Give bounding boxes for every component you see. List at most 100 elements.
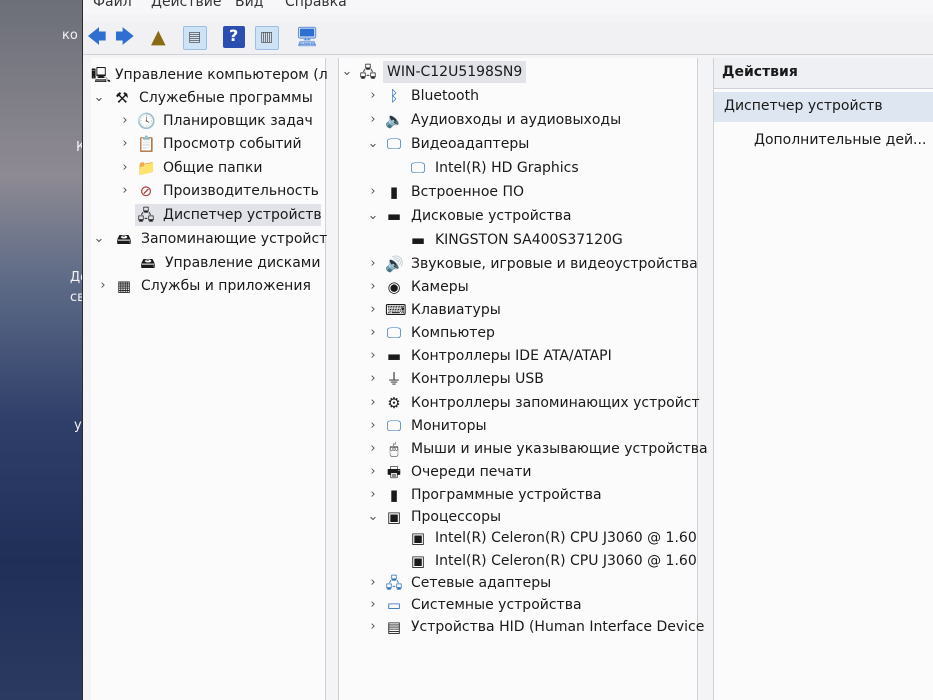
device-category-network-adapters[interactable]: › 🖧 Сетевые адаптеры <box>339 572 697 594</box>
expand-arrow-icon[interactable]: ⌄ <box>367 506 379 528</box>
collapse-arrow-icon[interactable]: › <box>367 85 379 107</box>
usb-icon: ⏚ <box>386 370 402 388</box>
collapse-arrow-icon[interactable]: › <box>119 180 131 202</box>
back-arrow-icon[interactable]: 🡄 <box>87 27 107 47</box>
performance-icon: ⊘ <box>139 182 153 200</box>
show-hide-action-pane-button[interactable]: ▥ <box>255 26 279 50</box>
action-more-actions[interactable]: Дополнительные дей... <box>754 132 926 148</box>
device-category-bluetooth[interactable]: › ᛒ Bluetooth <box>339 85 697 107</box>
menu-help[interactable]: Справка <box>285 0 347 10</box>
tree-item-performance[interactable]: › ⊘ Производительность <box>91 180 325 202</box>
console-tree-icon: ▤ <box>188 29 202 45</box>
collapse-arrow-icon[interactable]: › <box>367 415 379 437</box>
disk-icon: ▬ <box>386 207 402 225</box>
tree-item-device-manager[interactable]: 🖧 Диспетчер устройств <box>135 204 322 226</box>
collapse-arrow-icon[interactable]: › <box>367 438 379 460</box>
storage-icon: 🖴 <box>116 230 132 248</box>
collapse-arrow-icon[interactable]: › <box>367 322 379 344</box>
device-category-computer[interactable]: › 🖵 Компьютер <box>339 322 697 344</box>
disk-drive-icon: ▬ <box>410 231 426 249</box>
device-item-cpu-2[interactable]: ▣ Intel(R) Celeron(R) CPU J3060 @ 1.60 <box>339 550 697 572</box>
device-root[interactable]: ⌄ 🖧 WIN-C12U5198SN9 <box>339 61 697 83</box>
tree-item-computer-management[interactable]: 🖳 Управление компьютером (л <box>91 64 328 86</box>
display-adapter-icon: 🖵 <box>410 159 426 177</box>
system-device-icon: ▭ <box>386 596 402 614</box>
collapse-arrow-icon[interactable]: › <box>367 109 379 131</box>
device-manager-icon: 🖧 <box>137 206 155 224</box>
collapse-arrow-icon[interactable]: › <box>367 484 379 506</box>
printer-icon: 🖶 <box>386 463 402 481</box>
help-button[interactable]: ? <box>223 26 245 48</box>
collapse-arrow-icon[interactable]: › <box>367 253 379 275</box>
device-category-display-adapters[interactable]: ⌄ 🖵 Видеоадаптеры <box>339 133 697 155</box>
device-category-software-devices[interactable]: › ▮ Программные устройства <box>339 484 697 506</box>
collapse-arrow-icon[interactable]: › <box>367 181 379 203</box>
collapse-arrow-icon[interactable]: › <box>97 275 109 297</box>
device-category-disk-drives[interactable]: ⌄ ▬ Дисковые устройства <box>339 205 697 227</box>
collapse-arrow-icon[interactable]: › <box>367 616 379 638</box>
expand-arrow-icon[interactable]: ⌄ <box>341 61 353 83</box>
device-category-keyboards[interactable]: › ⌨ Клавиатуры <box>339 299 697 321</box>
event-viewer-icon: 📋 <box>137 135 156 153</box>
menu-file[interactable]: Файл <box>93 0 132 10</box>
question-icon: ? <box>229 26 239 45</box>
expand-arrow-icon[interactable]: ⌄ <box>367 133 379 155</box>
expand-arrow-icon[interactable]: ⌄ <box>367 205 379 227</box>
device-category-firmware[interactable]: › ▮ Встроенное ПО <box>339 181 697 203</box>
collapse-arrow-icon[interactable]: › <box>119 110 131 132</box>
device-monitor-icon[interactable]: 🖥 <box>295 27 319 47</box>
expand-arrow-icon[interactable]: ⌄ <box>93 87 105 109</box>
device-category-usb-controllers[interactable]: › ⏚ Контроллеры USB <box>339 368 697 390</box>
menu-view[interactable]: Вид <box>235 0 263 10</box>
collapse-arrow-icon[interactable]: › <box>367 594 379 616</box>
camera-icon: ◉ <box>387 278 401 296</box>
forward-arrow-icon[interactable]: 🡆 <box>115 27 135 47</box>
collapse-arrow-icon[interactable]: › <box>367 345 379 367</box>
computer-management-window: Файл Действие Вид Справка 🡄 🡆 ▲ ▤ ? ▥ 🖥 … <box>83 0 933 700</box>
device-category-processors[interactable]: ⌄ ▣ Процессоры <box>339 506 697 528</box>
device-category-print-queues[interactable]: › 🖶 Очереди печати <box>339 461 697 483</box>
action-device-manager[interactable]: Диспетчер устройств <box>714 92 933 122</box>
shared-folder-icon: 📁 <box>137 159 156 177</box>
device-category-ide-controllers[interactable]: › ▬ Контроллеры IDE ATA/ATAPI <box>339 345 697 367</box>
device-item-cpu-1[interactable]: ▣ Intel(R) Celeron(R) CPU J3060 @ 1.60 <box>339 527 697 549</box>
tree-item-services-apps[interactable]: › ▦ Службы и приложения <box>91 275 325 297</box>
actions-header: Действия <box>714 58 933 89</box>
ide-controller-icon: ▬ <box>386 347 402 365</box>
tree-item-storage[interactable]: ⌄ 🖴 Запоминающие устройст <box>91 228 328 250</box>
up-folder-icon[interactable]: ▲ <box>151 27 166 47</box>
expand-arrow-icon[interactable]: ⌄ <box>93 228 105 250</box>
tree-item-shared-folders[interactable]: › 📁 Общие папки <box>91 157 325 179</box>
device-category-hid[interactable]: › ▤ Устройства HID (Human Interface Devi… <box>339 616 704 638</box>
computer-icon: 🖧 <box>359 63 377 81</box>
storage-controller-icon: ⚙ <box>387 394 401 412</box>
device-category-cameras[interactable]: › ◉ Камеры <box>339 276 697 298</box>
tree-item-event-viewer[interactable]: › 📋 Просмотр событий <box>91 133 325 155</box>
device-category-mice[interactable]: › 🖱 Мыши и иные указывающие устройства <box>339 438 707 460</box>
collapse-arrow-icon[interactable]: › <box>367 392 379 414</box>
device-category-storage-controllers[interactable]: › ⚙ Контроллеры запоминающих устройст <box>339 392 699 414</box>
collapse-arrow-icon[interactable]: › <box>367 461 379 483</box>
device-category-system-devices[interactable]: › ▭ Системные устройства <box>339 594 697 616</box>
desktop-text-1: ко <box>62 28 78 43</box>
collapse-arrow-icon[interactable]: › <box>119 133 131 155</box>
device-category-monitors[interactable]: › 🖵 Мониторы <box>339 415 697 437</box>
device-category-sound-game-video[interactable]: › 🔊 Звуковые, игровые и видеоустройства <box>339 253 697 275</box>
actions-pane: Действия Диспетчер устройств Дополнитель… <box>713 58 933 700</box>
collapse-arrow-icon[interactable]: › <box>119 157 131 179</box>
collapse-arrow-icon[interactable]: › <box>367 368 379 390</box>
show-hide-console-tree-button[interactable]: ▤ <box>183 26 207 50</box>
tree-item-disk-management[interactable]: 🖴 Управление дисками <box>91 252 325 274</box>
tree-item-task-scheduler[interactable]: › 🕓 Планировщик задач <box>91 110 325 132</box>
computer-management-icon: 🖳 <box>91 66 112 84</box>
collapse-arrow-icon[interactable]: › <box>367 276 379 298</box>
collapse-arrow-icon[interactable]: › <box>367 299 379 321</box>
tree-item-system-tools[interactable]: ⌄ ⚒ Служебные программы <box>91 87 325 109</box>
device-item-kingston-ssd[interactable]: ▬ KINGSTON SA400S37120G <box>339 229 697 251</box>
collapse-arrow-icon[interactable]: › <box>367 572 379 594</box>
processor-icon: ▣ <box>410 552 426 570</box>
action-pane-icon: ▥ <box>260 29 274 45</box>
device-category-audio-io[interactable]: › 🔈 Аудиовходы и аудиовыходы <box>339 109 697 131</box>
device-item-intel-hd-graphics[interactable]: 🖵 Intel(R) HD Graphics <box>339 157 697 179</box>
menu-action[interactable]: Действие <box>151 0 221 10</box>
